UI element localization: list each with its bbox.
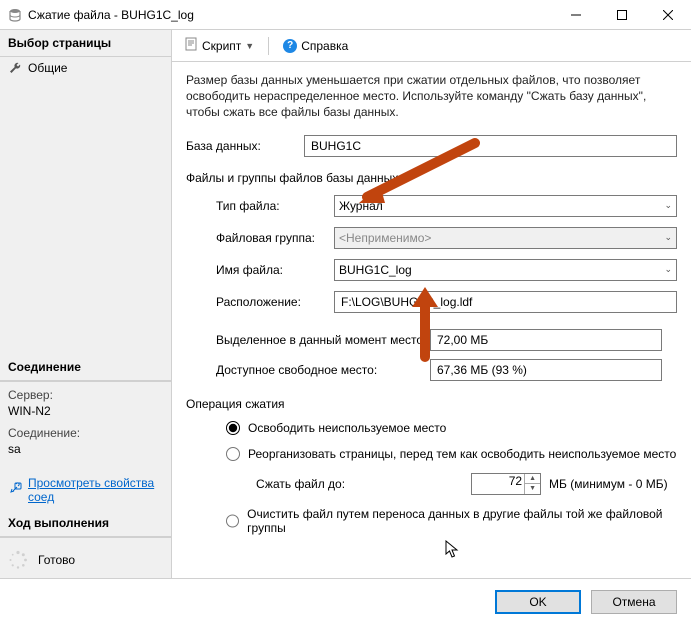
filegroup-label: Файловая группа:: [216, 231, 334, 245]
chevron-down-icon: ⌄: [664, 264, 672, 275]
toolbar: Скрипт ▼ ? Справка: [172, 30, 691, 62]
script-button[interactable]: Скрипт ▼: [180, 35, 258, 56]
progress-status: Готово: [38, 553, 75, 567]
spinner-icon: [8, 550, 28, 570]
file-type-label: Тип файла:: [216, 199, 334, 213]
spin-down-icon[interactable]: ▼: [524, 484, 540, 494]
titlebar: Сжатие файла - BUHG1C_log: [0, 0, 691, 30]
main-panel: Скрипт ▼ ? Справка Размер базы данных ум…: [172, 30, 691, 578]
connection-header: Соединение: [0, 354, 171, 381]
radio-release[interactable]: [226, 421, 240, 435]
radio-empty-label: Очистить файл путем переноса данных в др…: [247, 507, 677, 535]
allocated-label: Выделенное в данный момент место:: [216, 333, 430, 347]
database-label: База данных:: [186, 139, 304, 153]
chevron-down-icon: ▼: [245, 41, 254, 51]
window-title: Сжатие файла - BUHG1C_log: [28, 8, 553, 22]
database-icon: [8, 8, 22, 22]
help-icon: ?: [283, 39, 297, 53]
filename-label: Имя файла:: [216, 263, 334, 277]
view-connection-props-link[interactable]: Просмотреть свойства соед: [0, 470, 171, 510]
location-label: Расположение:: [216, 295, 334, 309]
dialog-footer: OK Отмена: [0, 578, 691, 624]
location-input: [334, 291, 677, 313]
available-label: Доступное свободное место:: [216, 363, 430, 377]
radio-reorganize-row[interactable]: Реорганизовать страницы, перед тем как о…: [226, 447, 677, 461]
radio-release-row[interactable]: Освободить неиспользуемое место: [226, 421, 677, 435]
description-text: Размер базы данных уменьшается при сжати…: [186, 72, 677, 121]
close-button[interactable]: [645, 0, 691, 30]
server-label: Сервер:: [8, 388, 163, 402]
wrench-icon: [8, 61, 22, 75]
radio-reorganize-label: Реорганизовать страницы, перед тем как о…: [248, 447, 676, 461]
chevron-down-icon: ⌄: [664, 232, 672, 243]
ok-button[interactable]: OK: [495, 590, 581, 614]
progress-block: Готово: [0, 537, 171, 582]
help-button[interactable]: ? Справка: [279, 37, 352, 55]
filename-select[interactable]: BUHG1C_log ⌄: [334, 259, 677, 281]
shrink-to-label: Сжать файл до:: [256, 477, 345, 491]
server-value: WIN-N2: [8, 404, 163, 418]
operation-label: Операция сжатия: [186, 397, 677, 411]
filegroup-select: <Неприменимо> ⌄: [334, 227, 677, 249]
allocated-value: 72,00 МБ: [430, 329, 662, 351]
help-label: Справка: [301, 39, 348, 53]
database-input: [304, 135, 677, 157]
minimize-button[interactable]: [553, 0, 599, 30]
shrink-to-stepper[interactable]: 72 ▲▼: [471, 473, 541, 495]
file-type-value: Журнал: [339, 199, 383, 213]
shrink-to-value: 72: [509, 474, 522, 488]
connection-icon: [8, 482, 22, 499]
radio-empty-row[interactable]: Очистить файл путем переноса данных в др…: [226, 507, 677, 535]
files-section-label: Файлы и группы файлов базы данных: [186, 171, 677, 185]
view-props-label: Просмотреть свойства соед: [28, 476, 163, 504]
sidebar-item-label: Общие: [28, 61, 67, 75]
page-select-header: Выбор страницы: [0, 30, 171, 57]
available-value: 67,36 МБ (93 %): [430, 359, 662, 381]
toolbar-separator: [268, 37, 269, 55]
sidebar-item-general[interactable]: Общие: [0, 57, 171, 79]
radio-release-label: Освободить неиспользуемое место: [248, 421, 446, 435]
spin-up-icon[interactable]: ▲: [524, 474, 540, 485]
filegroup-value: <Неприменимо>: [339, 231, 431, 245]
filename-value: BUHG1C_log: [339, 263, 412, 277]
conn-label: Соединение:: [8, 426, 163, 440]
radio-reorganize[interactable]: [226, 447, 240, 461]
maximize-button[interactable]: [599, 0, 645, 30]
script-label: Скрипт: [202, 39, 241, 53]
sidebar: Выбор страницы Общие Соединение Сервер: …: [0, 30, 172, 578]
script-icon: [184, 37, 198, 54]
radio-empty[interactable]: [226, 514, 239, 528]
conn-value: sa: [8, 442, 163, 456]
cancel-button[interactable]: Отмена: [591, 590, 677, 614]
progress-header: Ход выполнения: [0, 510, 171, 537]
shrink-to-units: МБ (минимум - 0 МБ): [549, 477, 668, 491]
connection-info: Сервер: WIN-N2 Соединение: sa: [0, 381, 171, 470]
chevron-down-icon: ⌄: [664, 200, 672, 211]
file-type-select[interactable]: Журнал ⌄: [334, 195, 677, 217]
